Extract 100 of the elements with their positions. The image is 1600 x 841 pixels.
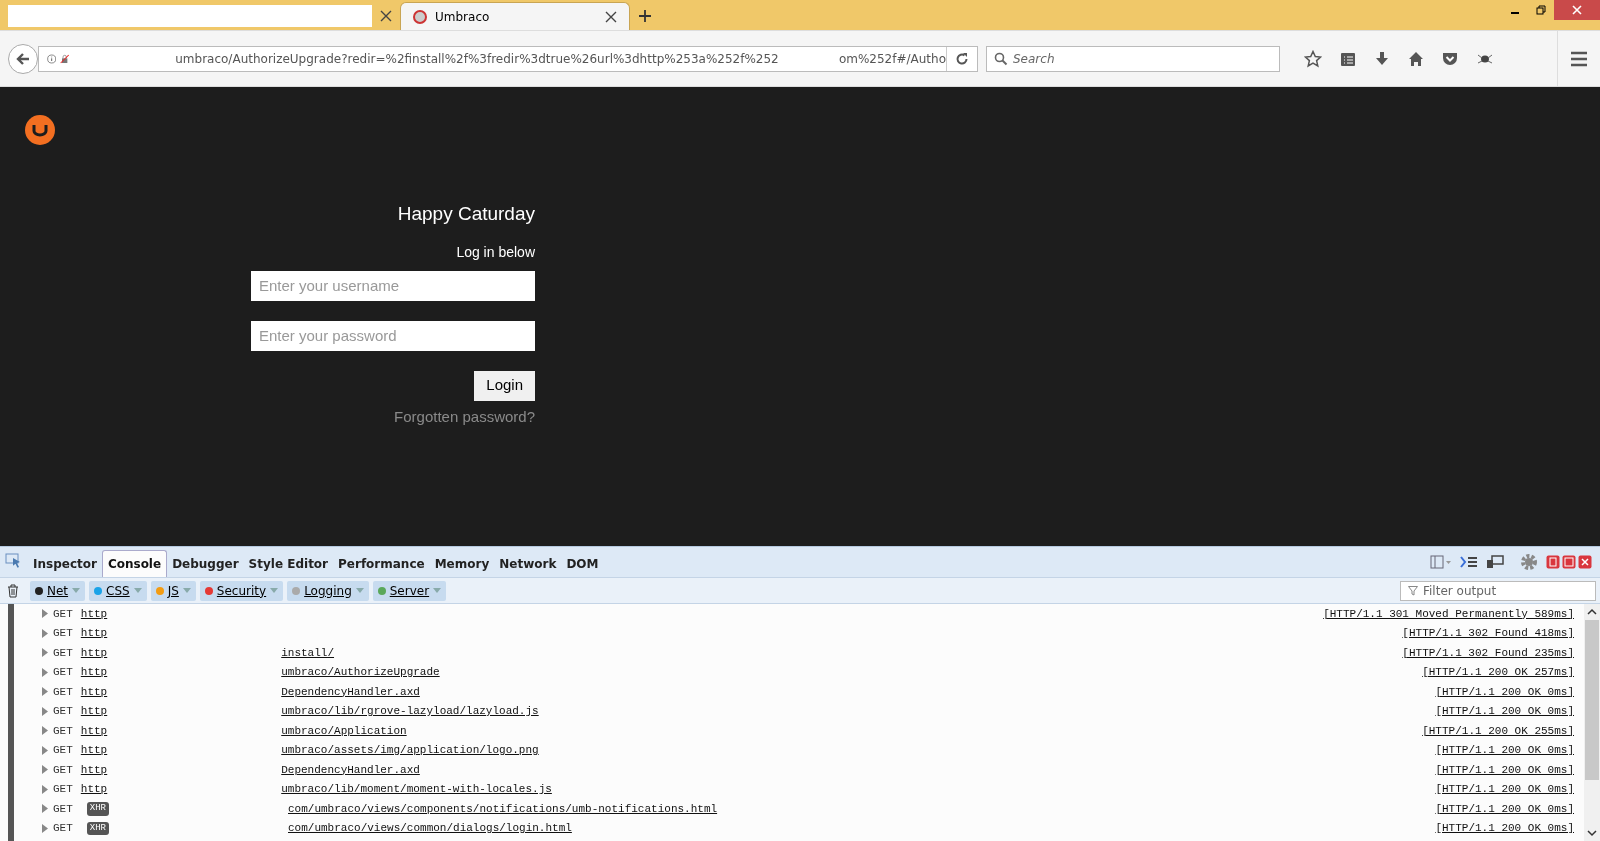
trash-icon[interactable] bbox=[6, 583, 20, 598]
request-link[interactable]: http bbox=[80, 664, 108, 681]
url-link[interactable]: umbraco/assets/img/application/logo.png bbox=[281, 744, 539, 756]
responsive-icon[interactable] bbox=[1486, 555, 1504, 569]
status-link[interactable]: [HTTP/1.1 200 OK 255ms] bbox=[1422, 722, 1574, 739]
search-field[interactable]: Search bbox=[986, 45, 1280, 72]
url-link[interactable]: DependencyHandler.axd bbox=[281, 685, 420, 698]
download-icon[interactable] bbox=[1374, 50, 1390, 67]
status-link[interactable]: [HTTP/1.1 200 OK 0ms] bbox=[1435, 800, 1574, 817]
status-link[interactable]: [HTTP/1.1 302 Found 235ms] bbox=[1402, 644, 1574, 661]
request-link[interactable]: http bbox=[80, 781, 108, 798]
login-button[interactable]: Login bbox=[474, 370, 535, 401]
close-button[interactable] bbox=[1554, 0, 1600, 20]
dropdown-icon bbox=[133, 588, 142, 593]
close-icon[interactable] bbox=[1578, 555, 1592, 569]
status-link[interactable]: [HTTP/1.1 200 OK 0ms] bbox=[1435, 742, 1574, 759]
close-tab-icon[interactable] bbox=[605, 10, 617, 23]
url-link[interactable]: umbraco/Application bbox=[281, 724, 407, 737]
request-link[interactable]: http bbox=[80, 703, 108, 720]
dock-icon[interactable] bbox=[1546, 555, 1560, 569]
scroll-down-icon[interactable] bbox=[1587, 829, 1597, 837]
username-field[interactable]: Enter your username bbox=[251, 270, 535, 301]
status-link[interactable]: [HTTP/1.1 200 OK 0ms] bbox=[1435, 683, 1574, 700]
method-text: GET bbox=[53, 684, 73, 700]
status-link[interactable]: [HTTP/1.1 302 Found 418ms] bbox=[1402, 625, 1574, 642]
login-title: Happy Caturday bbox=[397, 202, 535, 226]
url-link[interactable]: umbraco/AuthorizeUpgrade bbox=[281, 666, 440, 678]
url-text: umbraco/AuthorizeUpgrade?redir=%2finstall%2f%3fredir%3dtrue%26url%3dhttp%253a%252f%252 bbox=[175, 50, 779, 68]
back-arrow-icon bbox=[15, 50, 31, 67]
method-text: GET bbox=[53, 723, 73, 739]
status-link[interactable]: [HTTP/1.1 301 Moved Permanently 589ms] bbox=[1323, 605, 1574, 622]
request-link[interactable]: http bbox=[80, 605, 108, 622]
status-link[interactable]: [HTTP/1.1 200 OK 0ms] bbox=[1435, 781, 1574, 798]
dropdown-icon bbox=[355, 588, 364, 593]
filter-button[interactable]: Logging bbox=[287, 580, 369, 601]
url-link[interactable]: umbraco/lib/rgrove-lazyload/lazyload.js bbox=[281, 705, 539, 717]
request-link[interactable]: http bbox=[80, 742, 108, 759]
request-link[interactable]: http bbox=[80, 683, 108, 700]
devtools-tab[interactable]: Performance bbox=[333, 550, 430, 577]
scrollbar[interactable] bbox=[1584, 604, 1600, 841]
method-text: GET bbox=[53, 606, 73, 622]
close-tab-icon[interactable] bbox=[380, 10, 392, 22]
back-button[interactable] bbox=[8, 43, 38, 74]
home-icon[interactable] bbox=[1408, 50, 1424, 67]
login-subtitle: Log in below bbox=[456, 242, 535, 262]
split-console-icon[interactable] bbox=[1460, 555, 1478, 569]
reading-list-icon[interactable] bbox=[1340, 50, 1356, 67]
dropdown-icon bbox=[72, 588, 81, 593]
status-link[interactable]: [HTTP/1.1 200 OK 0ms] bbox=[1435, 820, 1574, 837]
devtools-tab[interactable]: Network bbox=[494, 550, 562, 577]
password-field[interactable]: Enter your password bbox=[251, 320, 535, 351]
method-text: GET bbox=[53, 782, 73, 797]
pocket-icon[interactable] bbox=[1442, 50, 1458, 67]
request-link[interactable]: http bbox=[80, 722, 108, 739]
layout-icon[interactable] bbox=[1430, 555, 1452, 569]
favicon bbox=[413, 9, 427, 24]
url-link[interactable]: com/umbraco/views/components/notifications/umb-notifications.html bbox=[288, 802, 718, 815]
filter-button[interactable]: JS bbox=[150, 580, 196, 601]
window-icon[interactable] bbox=[1562, 555, 1576, 569]
method-text: GET bbox=[53, 626, 73, 641]
funnel-icon bbox=[1408, 585, 1418, 596]
filter-button[interactable]: Net bbox=[30, 580, 86, 601]
method-text: GET bbox=[53, 821, 73, 836]
address-field[interactable]: umbraco/AuthorizeUpgrade?redir=%2finstall%2f%3fredir%3dtrue%26url%3dhttp%253a%252f%252 om%252f#/Autho bbox=[38, 45, 978, 72]
forgot-password-link[interactable]: Forgotten password? bbox=[394, 405, 535, 428]
browser-tab[interactable]: Umbraco bbox=[400, 2, 630, 30]
plus-icon bbox=[638, 9, 652, 23]
reload-icon[interactable] bbox=[955, 51, 969, 66]
devtools-tab[interactable]: Inspector bbox=[28, 550, 102, 577]
method-text: GET bbox=[53, 704, 73, 719]
devtools-tab[interactable]: Style Editor bbox=[243, 550, 334, 577]
filter-button[interactable]: Security bbox=[199, 580, 284, 601]
url-link[interactable]: install/ bbox=[281, 646, 335, 659]
devtools-tab[interactable]: DOM bbox=[561, 550, 604, 577]
method-text: GET bbox=[53, 762, 73, 778]
method-text: GET bbox=[53, 743, 73, 758]
request-link[interactable]: http bbox=[80, 761, 108, 778]
method-text: GET bbox=[53, 665, 73, 680]
url-text: om%252f#/Autho bbox=[838, 50, 946, 68]
status-link[interactable]: [HTTP/1.1 200 OK 0ms] bbox=[1435, 703, 1574, 720]
filter-button[interactable]: Server bbox=[372, 580, 447, 601]
star-icon[interactable] bbox=[1304, 49, 1322, 68]
xhr-badge: XHR bbox=[86, 821, 109, 835]
devtools-tab[interactable]: Memory bbox=[429, 550, 495, 577]
request-link[interactable]: http bbox=[80, 644, 108, 661]
devtools-tab[interactable]: Debugger bbox=[167, 550, 244, 577]
url-link[interactable]: com/umbraco/views/common/dialogs/login.html bbox=[288, 822, 572, 834]
info-icon bbox=[47, 51, 57, 66]
status-link[interactable]: [HTTP/1.1 200 OK 257ms] bbox=[1422, 664, 1574, 681]
status-link[interactable]: [HTTP/1.1 200 OK 0ms] bbox=[1435, 761, 1574, 778]
dropdown-icon bbox=[270, 588, 279, 593]
devtools-tab[interactable]: Console bbox=[101, 550, 168, 577]
url-link[interactable]: DependencyHandler.axd bbox=[281, 763, 420, 776]
scroll-up-icon[interactable] bbox=[1587, 608, 1597, 616]
filter-output-field[interactable]: Filter output bbox=[1400, 580, 1596, 601]
settings-icon[interactable] bbox=[1520, 553, 1538, 571]
url-link[interactable]: umbraco/lib/moment/moment-with-locales.js bbox=[281, 783, 552, 795]
request-link[interactable]: http bbox=[80, 625, 108, 642]
filter-button[interactable]: CSS bbox=[89, 580, 147, 601]
menu-icon[interactable] bbox=[1570, 50, 1588, 67]
